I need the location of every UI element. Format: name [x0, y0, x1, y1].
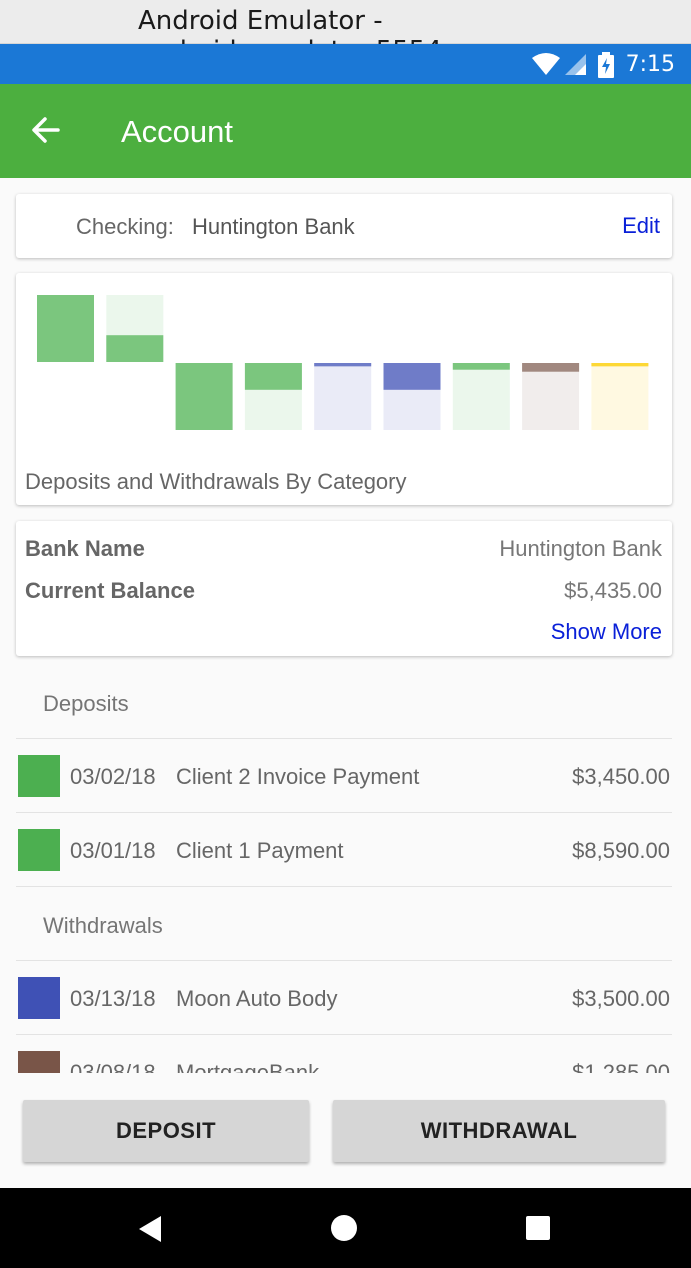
- wifi-icon: [532, 53, 560, 75]
- recents-square-icon[interactable]: [526, 1216, 550, 1240]
- transaction-date: 03/02/18: [70, 764, 156, 789]
- list-item[interactable]: 03/01/18 Client 1 Payment $8,590.00: [16, 813, 672, 887]
- account-type-label: Checking:: [76, 214, 174, 239]
- account-bank-name: Huntington Bank: [192, 214, 355, 239]
- chart-bar: [522, 363, 580, 372]
- transaction-amount: $8,590.00: [572, 838, 670, 863]
- chart-bar: [452, 363, 510, 370]
- deposit-button[interactable]: DEPOSIT: [23, 1100, 309, 1162]
- chart-bar: [244, 363, 302, 390]
- balance-label: Current Balance: [25, 578, 195, 603]
- chart-bar: [106, 335, 164, 362]
- signal-icon: [565, 54, 586, 75]
- chart-bar: [175, 363, 233, 430]
- category-swatch: [18, 755, 60, 797]
- chart-bar-background: [591, 363, 649, 430]
- page-title: Account: [121, 114, 234, 149]
- chart-bar-background: [314, 363, 372, 430]
- transaction-description: Client 1 Payment: [176, 838, 344, 863]
- chart-bar: [314, 363, 372, 367]
- transaction-amount: $3,500.00: [572, 986, 670, 1011]
- transaction-description: Moon Auto Body: [176, 986, 338, 1011]
- chart-bar: [383, 363, 441, 390]
- battery-charging-icon: [598, 52, 614, 78]
- category-swatch: [18, 1051, 60, 1073]
- list-item[interactable]: 03/08/18 MortgageBank $1,285.00: [16, 1035, 672, 1073]
- status-bar: 7:15: [0, 44, 691, 84]
- transaction-date: 03/08/18: [70, 1060, 156, 1073]
- transaction-description: Client 2 Invoice Payment: [176, 764, 420, 789]
- category-chart-card: Deposits and Withdrawals By Category: [16, 273, 672, 505]
- transaction-description: MortgageBank: [176, 1060, 320, 1073]
- list-item[interactable]: 03/13/18 Moon Auto Body $3,500.00: [16, 961, 672, 1035]
- category-swatch: [18, 829, 60, 871]
- details-card: Bank Name Huntington Bank Current Balanc…: [16, 521, 672, 656]
- transaction-amount: $1,285.00: [572, 1060, 670, 1073]
- show-more-link[interactable]: Show More: [551, 619, 662, 645]
- account-card: Checking: Huntington Bank Edit: [16, 194, 672, 258]
- arrow-back-icon[interactable]: [28, 112, 64, 148]
- bank-name-label: Bank Name: [25, 536, 145, 561]
- withdrawals-header: Withdrawals: [16, 887, 672, 961]
- chart-bar: [37, 295, 94, 362]
- category-swatch: [18, 977, 60, 1019]
- back-triangle-icon[interactable]: [137, 1214, 163, 1244]
- status-time: 7:15: [625, 52, 675, 77]
- chart-bar: [591, 363, 649, 367]
- home-circle-icon[interactable]: [330, 1214, 358, 1242]
- deposits-header-label: Deposits: [43, 691, 129, 716]
- transaction-amount: $3,450.00: [572, 764, 670, 789]
- system-nav-bar: [0, 1188, 691, 1268]
- balance-value: $5,435.00: [564, 578, 662, 603]
- bank-name-value: Huntington Bank: [499, 536, 662, 561]
- deposits-header: Deposits: [16, 665, 672, 739]
- transaction-date: 03/01/18: [70, 838, 156, 863]
- emulator-titlebar: Android Emulator - android_emulator:5554: [0, 0, 691, 66]
- list-item[interactable]: 03/02/18 Client 2 Invoice Payment $3,450…: [16, 739, 672, 813]
- withdrawals-header-label: Withdrawals: [43, 913, 163, 938]
- category-chart: [37, 295, 649, 430]
- edit-link[interactable]: Edit: [622, 213, 660, 239]
- transactions-list[interactable]: Deposits 03/02/18 Client 2 Invoice Payme…: [16, 665, 672, 1073]
- withdrawal-button[interactable]: WITHDRAWAL: [333, 1100, 665, 1162]
- chart-bar-background: [452, 363, 510, 430]
- app-bar: Account: [0, 84, 691, 178]
- transaction-date: 03/13/18: [70, 986, 156, 1011]
- chart-bar-background: [522, 363, 580, 430]
- chart-caption: Deposits and Withdrawals By Category: [25, 469, 407, 494]
